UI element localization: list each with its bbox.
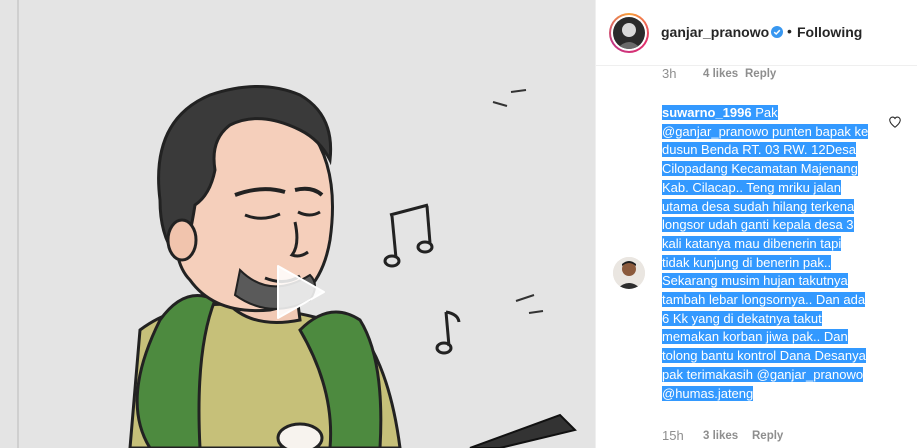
comment-body: suwarno_1996 Pak @ganjar_pranowo punten … [662, 104, 872, 403]
comment-time: 15h [662, 428, 684, 443]
separator-dot: • [787, 23, 792, 39]
comment-text: Pak @ganjar_pranowo punten bapak ke dusu… [662, 105, 869, 401]
author-avatar[interactable] [609, 13, 649, 53]
cartoon-illustration [0, 0, 595, 448]
post-header: ganjar_pranowo • Following [596, 0, 917, 66]
comment-time: 3h [662, 66, 677, 81]
reply-button[interactable]: Reply [745, 68, 776, 80]
author-username[interactable]: ganjar_pranowo [661, 24, 769, 40]
following-button[interactable]: Following [797, 24, 862, 40]
author-avatar-image [613, 17, 645, 49]
reply-button[interactable]: Reply [752, 430, 783, 442]
verified-badge-icon [771, 26, 783, 38]
play-icon [277, 265, 325, 319]
commenter-avatar[interactable] [613, 257, 645, 289]
comment-likes[interactable]: 4 likes [703, 68, 738, 80]
play-button[interactable] [262, 256, 334, 328]
heart-outline-icon[interactable] [888, 115, 902, 129]
post-side-panel: ganjar_pranowo • Following 3h 4 likes Re… [595, 0, 917, 448]
post-media[interactable] [0, 0, 595, 448]
comment-username[interactable]: suwarno_1996 [662, 105, 752, 120]
comment-likes[interactable]: 3 likes [703, 430, 738, 442]
